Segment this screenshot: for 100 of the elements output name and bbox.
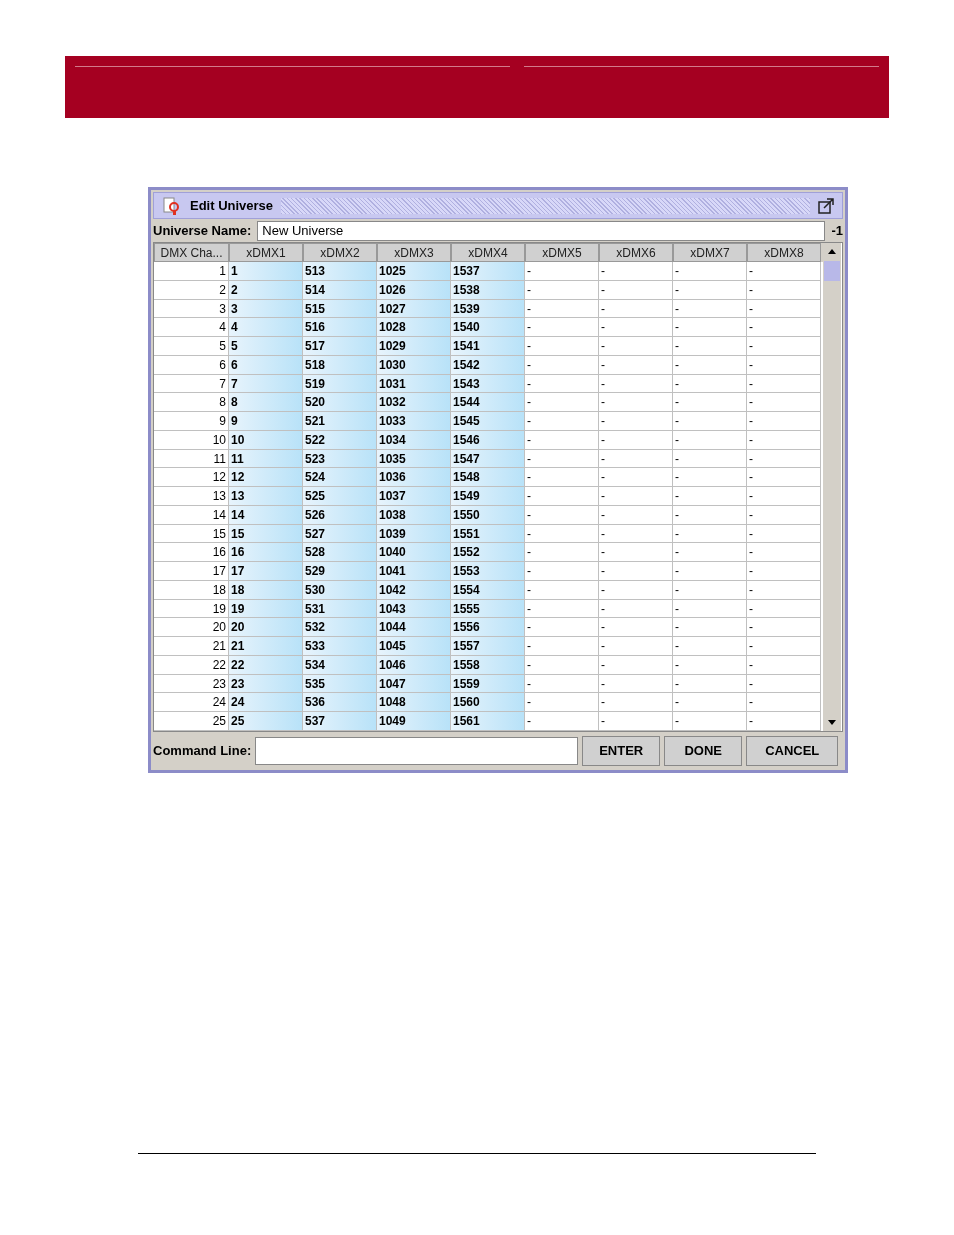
table-cell: - — [747, 468, 821, 487]
table-cell: - — [599, 393, 673, 412]
table-cell: 1040 — [377, 543, 451, 562]
table-cell: - — [599, 318, 673, 337]
table-cell: - — [525, 618, 599, 637]
table-cell: 13 — [229, 487, 303, 506]
table-cell: - — [673, 318, 747, 337]
table-cell: 1044 — [377, 618, 451, 637]
table-cell: 524 — [303, 468, 377, 487]
table-cell: 1561 — [451, 712, 525, 731]
column-header[interactable]: xDMX7 — [673, 243, 747, 262]
table-cell: - — [747, 543, 821, 562]
table-cell: 517 — [303, 337, 377, 356]
table-cell: - — [525, 543, 599, 562]
table-cell: - — [747, 562, 821, 581]
table-cell: 8 — [154, 393, 229, 412]
command-field[interactable] — [255, 736, 579, 765]
table-cell: - — [599, 337, 673, 356]
table-cell: 1549 — [451, 487, 525, 506]
table-cell: 1041 — [377, 562, 451, 581]
table-cell: 24 — [229, 693, 303, 712]
table-cell: - — [747, 637, 821, 656]
table-cell: 17 — [229, 562, 303, 581]
table-cell: - — [673, 637, 747, 656]
table-cell: 24 — [154, 693, 229, 712]
table-cell: - — [599, 262, 673, 281]
window-title: Edit Universe — [190, 196, 274, 215]
table-cell: 529 — [303, 562, 377, 581]
table-cell: - — [673, 562, 747, 581]
table-cell: - — [747, 618, 821, 637]
column-header[interactable]: xDMX1 — [229, 243, 303, 262]
table-cell: - — [673, 262, 747, 281]
table-cell: 1033 — [377, 412, 451, 431]
table-cell: 8 — [229, 393, 303, 412]
table-cell: 1560 — [451, 693, 525, 712]
table-cell: 521 — [303, 412, 377, 431]
table-cell: 516 — [303, 318, 377, 337]
table-cell: 4 — [229, 318, 303, 337]
table-cell: - — [525, 487, 599, 506]
table-cell: 1048 — [377, 693, 451, 712]
table-cell: 525 — [303, 487, 377, 506]
table-cell: - — [599, 618, 673, 637]
table-cell: 1557 — [451, 637, 525, 656]
table-cell: 1545 — [451, 412, 525, 431]
column-header[interactable]: xDMX8 — [747, 243, 821, 262]
table-cell: 528 — [303, 543, 377, 562]
column-header[interactable]: xDMX3 — [377, 243, 451, 262]
table-cell: - — [673, 337, 747, 356]
table-cell: 1556 — [451, 618, 525, 637]
table-cell: - — [599, 693, 673, 712]
table-cell: - — [599, 637, 673, 656]
table-cell: 1029 — [377, 337, 451, 356]
field-label: Command Line: — [153, 742, 252, 760]
dialog-button[interactable]: CANCEL — [746, 735, 839, 766]
column-header[interactable]: xDMX5 — [525, 243, 599, 262]
table-cell: - — [673, 468, 747, 487]
column-header[interactable]: xDMX4 — [451, 243, 525, 262]
table-cell: - — [747, 318, 821, 337]
table-cell: 9 — [154, 412, 229, 431]
table-cell: 513 — [303, 262, 377, 281]
table-cell: 16 — [229, 543, 303, 562]
table-cell: 25 — [229, 712, 303, 731]
table-cell: 537 — [303, 712, 377, 731]
table-cell: 1025 — [377, 262, 451, 281]
table-cell: 1 — [154, 262, 229, 281]
table-cell: 1552 — [451, 543, 525, 562]
table-cell: - — [599, 412, 673, 431]
scrollbar-thumb[interactable] — [824, 261, 840, 281]
table-cell: - — [747, 412, 821, 431]
table-cell: - — [525, 393, 599, 412]
table-cell: - — [747, 393, 821, 412]
table-cell: 1548 — [451, 468, 525, 487]
column-header[interactable]: DMX Cha... — [154, 243, 229, 262]
table-cell: 12 — [229, 468, 303, 487]
table-cell: 1540 — [451, 318, 525, 337]
table-cell: 1544 — [451, 393, 525, 412]
column-header[interactable]: xDMX6 — [599, 243, 673, 262]
table-cell: - — [673, 412, 747, 431]
table-cell: 21 — [229, 637, 303, 656]
table-cell: 520 — [303, 393, 377, 412]
table-cell: - — [525, 337, 599, 356]
field-label: Universe Name: — [153, 221, 252, 240]
table-cell: - — [747, 693, 821, 712]
table-cell: - — [599, 543, 673, 562]
table-cell: 4 — [154, 318, 229, 337]
table-cell: 5 — [229, 337, 303, 356]
dialog-button[interactable]: ENTER — [582, 735, 661, 766]
table-cell: - — [673, 543, 747, 562]
table-cell: 25 — [154, 712, 229, 731]
dialog-button[interactable]: DONE — [664, 735, 743, 766]
table-cell: - — [673, 712, 747, 731]
input-field[interactable]: New Universe — [257, 220, 826, 241]
table-cell: - — [599, 562, 673, 581]
table-cell: 1045 — [377, 637, 451, 656]
table-cell: - — [599, 487, 673, 506]
table-cell: - — [673, 693, 747, 712]
maximize-icon[interactable] — [818, 197, 834, 214]
table-cell: 20 — [154, 618, 229, 637]
table-cell: 12 — [154, 468, 229, 487]
column-header[interactable]: xDMX2 — [303, 243, 377, 262]
